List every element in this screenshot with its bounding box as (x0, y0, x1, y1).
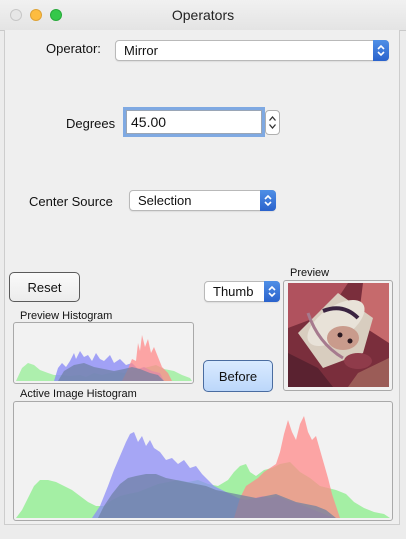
operator-label: Operator: (46, 41, 101, 56)
active-image-histogram-panel (13, 401, 393, 521)
degrees-label: Degrees (66, 116, 116, 131)
before-button[interactable]: Before (203, 360, 273, 392)
degrees-field[interactable]: 45.00 (126, 110, 262, 134)
stepper-arrows-icon (269, 116, 276, 129)
operator-select[interactable]: Mirror (115, 40, 389, 61)
title-bar: Operators (0, 0, 406, 31)
up-down-chevron-icon (264, 281, 280, 302)
window-title: Operators (171, 7, 235, 23)
thumb-select[interactable]: Thumb (204, 281, 280, 302)
preview-histogram-label: Preview Histogram (20, 310, 113, 322)
up-down-chevron-icon (373, 40, 389, 61)
degrees-stepper[interactable] (265, 110, 280, 135)
thumb-select-value: Thumb (213, 284, 254, 299)
reset-button[interactable]: Reset (9, 272, 80, 302)
center-source-select-value: Selection (138, 193, 192, 208)
preview-label: Preview (290, 267, 330, 279)
preview-histogram-panel (13, 322, 194, 384)
center-source-select[interactable]: Selection (129, 190, 276, 211)
operator-select-value: Mirror (124, 43, 158, 58)
preview-image (288, 283, 389, 387)
up-down-chevron-icon (260, 190, 276, 211)
center-source-label: Center Source (29, 194, 113, 209)
active-image-histogram-label: Active Image Histogram (20, 388, 137, 400)
